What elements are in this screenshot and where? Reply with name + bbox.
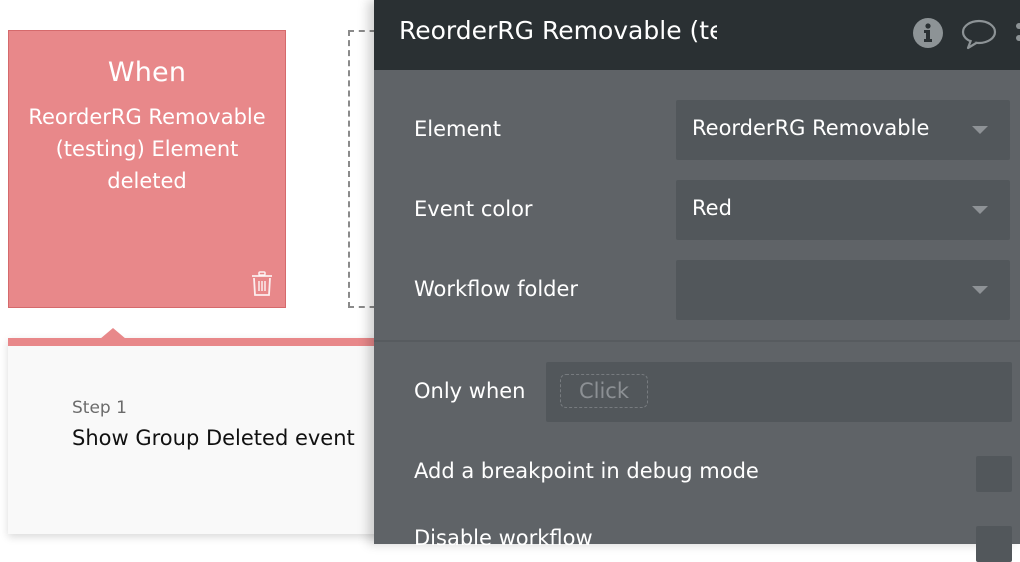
breakpoint-label: Add a breakpoint in debug mode <box>414 459 759 483</box>
more-icon[interactable] <box>1014 18 1020 48</box>
step-color-bar <box>8 338 408 346</box>
step-label: Step 1 <box>72 398 127 418</box>
workflow-canvas: When ReorderRG Removable (testing) Eleme… <box>0 0 1020 562</box>
section-divider <box>374 340 1020 342</box>
panel-title: ReorderRG Removable (testing) Element de… <box>399 16 717 45</box>
event-color-label: Event color <box>414 197 533 221</box>
chevron-down-icon <box>972 286 988 294</box>
workflow-folder-label: Workflow folder <box>414 277 579 301</box>
click-placeholder[interactable]: Click <box>560 374 648 408</box>
event-description: ReorderRG Removable (testing) Element de… <box>28 105 266 193</box>
workflow-folder-dropdown[interactable] <box>676 260 1010 320</box>
event-card[interactable]: When ReorderRG Removable (testing) Eleme… <box>8 30 286 308</box>
info-icon[interactable] <box>913 18 943 48</box>
panel-header: ReorderRG Removable (testing) Element de… <box>374 0 1020 70</box>
element-label: Element <box>414 117 501 141</box>
breakpoint-checkbox[interactable] <box>976 456 1012 492</box>
event-color-dropdown[interactable]: Red <box>676 180 1010 240</box>
chevron-down-icon <box>972 206 988 214</box>
disable-workflow-label: Disable workflow <box>414 526 593 550</box>
comment-icon[interactable] <box>961 18 997 50</box>
event-color-value: Red <box>692 196 732 220</box>
element-value: ReorderRG Removable <box>692 116 930 140</box>
event-heading: When <box>107 57 187 88</box>
step-connector-notch <box>100 328 126 339</box>
only-when-condition-field[interactable]: Click <box>546 362 1012 422</box>
chevron-down-icon <box>972 126 988 134</box>
disable-workflow-checkbox[interactable] <box>976 526 1012 562</box>
element-dropdown[interactable]: ReorderRG Removable <box>676 100 1010 160</box>
only-when-label: Only when <box>414 379 526 403</box>
step-title: Show Group Deleted event <box>72 426 355 450</box>
trash-icon[interactable] <box>250 271 274 297</box>
property-editor-panel: ReorderRG Removable (testing) Element de… <box>374 0 1020 562</box>
step-card[interactable]: Step 1 Show Group Deleted event <box>8 328 408 534</box>
